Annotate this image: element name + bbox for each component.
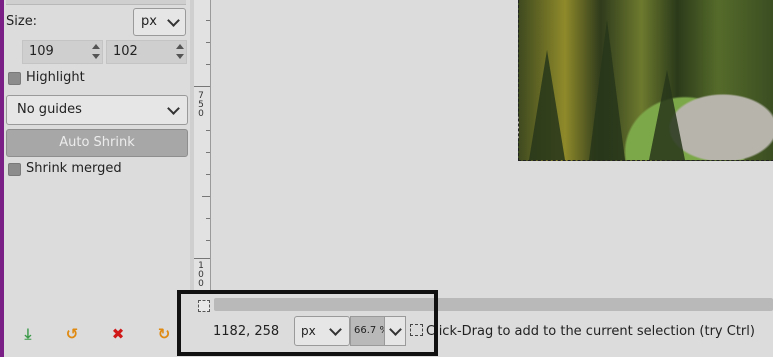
ruler-label-750: 750 — [198, 91, 204, 119]
shrink-merged-label: Shrink merged — [26, 161, 122, 176]
image-canvas[interactable] — [211, 0, 773, 292]
size-unit-select[interactable]: px — [133, 8, 186, 36]
chevron-down-icon — [167, 102, 180, 115]
restore-icon[interactable]: ↺ — [64, 326, 80, 342]
spin-arrows-icon[interactable] — [92, 43, 100, 61]
annotation-highlight-frame — [177, 290, 438, 356]
width-spinbutton[interactable]: 109 — [22, 40, 103, 64]
status-message: Click-Drag to add to the current selecti… — [426, 324, 755, 339]
width-value: 109 — [29, 44, 54, 59]
panel-top-strip — [6, 0, 186, 5]
spin-arrows-icon[interactable] — [176, 43, 184, 61]
guides-select[interactable]: No guides — [6, 95, 188, 125]
height-value: 102 — [113, 44, 138, 59]
height-spinbutton[interactable]: 102 — [106, 40, 187, 64]
delete-icon[interactable]: ✖ — [110, 326, 126, 342]
size-unit-value: px — [141, 14, 157, 29]
size-label: Size: — [6, 14, 38, 29]
image-photo — [518, 0, 773, 161]
reset-icon[interactable]: ↻ — [156, 326, 172, 342]
vertical-ruler: 750 100 — [194, 0, 211, 292]
tool-options-toolbar: ⤓ ↺ ✖ ↻ — [4, 318, 190, 352]
highlight-label: Highlight — [26, 70, 85, 85]
auto-shrink-button[interactable]: Auto Shrink — [6, 129, 188, 157]
guides-value: No guides — [17, 102, 82, 117]
highlight-checkbox[interactable] — [8, 72, 21, 85]
chevron-down-icon — [167, 14, 180, 27]
ruler-label-100: 100 — [198, 261, 204, 289]
save-preset-icon[interactable]: ⤓ — [20, 326, 36, 342]
shrink-merged-checkbox[interactable] — [8, 163, 21, 176]
